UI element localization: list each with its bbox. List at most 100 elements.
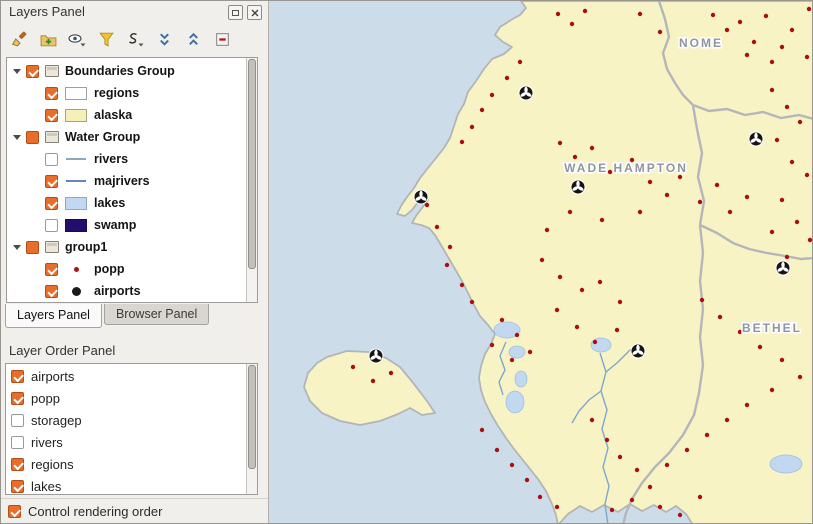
- filter-legend-button[interactable]: [94, 27, 118, 51]
- layer-styling-button[interactable]: [7, 27, 31, 51]
- map-canvas[interactable]: NOMEWADE HAMPTONBETHEL: [269, 1, 813, 524]
- layer-styling-icon: [11, 31, 28, 48]
- popp-point: [590, 146, 594, 150]
- popp-point: [510, 463, 514, 467]
- layer-item-rivers[interactable]: rivers: [33, 148, 257, 170]
- group-icon: [45, 241, 59, 253]
- collapse-all-button[interactable]: [181, 27, 205, 51]
- group-item-water-group[interactable]: Water Group: [11, 126, 257, 148]
- popp-point: [515, 333, 519, 337]
- popp-point: [725, 418, 729, 422]
- popp-point: [718, 315, 722, 319]
- close-button[interactable]: [247, 5, 262, 20]
- group-item-boundaries-group[interactable]: Boundaries Group: [11, 60, 257, 82]
- layer-order-scrollbar[interactable]: [246, 364, 257, 494]
- order-item-lakes[interactable]: lakes: [6, 475, 257, 495]
- popp-point: [635, 468, 639, 472]
- layer-checkbox[interactable]: [11, 436, 24, 449]
- popp-point: [558, 141, 562, 145]
- popp-point: [470, 300, 474, 304]
- layer-item-airports[interactable]: airports: [33, 280, 257, 302]
- filter-expression-button[interactable]: [123, 27, 147, 51]
- group-item-group1[interactable]: group1: [11, 236, 257, 258]
- popp-point: [780, 45, 784, 49]
- order-item-regions[interactable]: regions: [6, 453, 257, 475]
- layer-item-popp[interactable]: popp: [33, 258, 257, 280]
- layer-label: swamp: [94, 218, 136, 232]
- layer-label: Boundaries Group: [65, 64, 175, 78]
- popp-point: [785, 255, 789, 259]
- remove-layer-button[interactable]: [210, 27, 234, 51]
- undock-button[interactable]: [228, 5, 243, 20]
- popp-point: [775, 138, 779, 142]
- popp-point: [460, 140, 464, 144]
- lake: [515, 371, 527, 387]
- popp-point: [610, 508, 614, 512]
- layer-swatch-lakes: [65, 197, 87, 210]
- order-item-airports[interactable]: airports: [6, 365, 257, 387]
- tab-browser-panel[interactable]: Browser Panel: [104, 304, 209, 325]
- tab-layers-panel[interactable]: Layers Panel: [5, 304, 102, 328]
- popp-point: [798, 120, 802, 124]
- control-rendering-order-checkbox[interactable]: [8, 505, 21, 518]
- popp-point: [435, 225, 439, 229]
- layer-label: regions: [31, 457, 74, 472]
- layer-checkbox[interactable]: [45, 219, 58, 232]
- popp-point: [556, 12, 560, 16]
- layer-item-lakes[interactable]: lakes: [33, 192, 257, 214]
- scrollbar-thumb[interactable]: [248, 365, 256, 469]
- order-item-rivers[interactable]: rivers: [6, 431, 257, 453]
- layer-checkbox[interactable]: [11, 370, 24, 383]
- popp-point: [770, 60, 774, 64]
- lake: [506, 391, 524, 413]
- map-svg: NOMEWADE HAMPTONBETHEL: [269, 1, 813, 524]
- order-item-storagep[interactable]: storagep: [6, 409, 257, 431]
- layer-checkbox[interactable]: [11, 392, 24, 405]
- expander-icon[interactable]: [13, 245, 21, 250]
- layers-tree-scrollbar[interactable]: [246, 58, 257, 302]
- layer-item-regions[interactable]: regions: [33, 82, 257, 104]
- layer-checkbox[interactable]: [11, 458, 24, 471]
- popp-point: [678, 513, 682, 517]
- add-group-button[interactable]: [36, 27, 60, 51]
- popp-point: [545, 228, 549, 232]
- expander-icon[interactable]: [13, 69, 21, 74]
- popp-point: [528, 350, 532, 354]
- layer-label: group1: [65, 240, 107, 254]
- airport-symbol: [369, 349, 383, 363]
- layer-checkbox[interactable]: [45, 175, 58, 188]
- popp-point: [605, 438, 609, 442]
- layer-checkbox[interactable]: [45, 197, 58, 210]
- popp-point: [538, 495, 542, 499]
- popp-point: [598, 280, 602, 284]
- airport-symbol: [749, 132, 763, 146]
- airport-symbol: [414, 190, 428, 204]
- add-group-icon: [40, 31, 57, 48]
- manage-themes-button[interactable]: [65, 27, 89, 51]
- dock-area: Layers Panel Boundaries Groupregionsalas…: [1, 1, 269, 524]
- popp-point: [807, 7, 811, 11]
- layer-checkbox[interactable]: [45, 87, 58, 100]
- layer-checkbox[interactable]: [45, 109, 58, 122]
- layer-checkbox[interactable]: [26, 65, 39, 78]
- map-label: BETHEL: [742, 321, 802, 335]
- expand-all-button[interactable]: [152, 27, 176, 51]
- layer-checkbox[interactable]: [26, 131, 39, 144]
- remove-layer-icon: [214, 31, 231, 48]
- layer-checkbox[interactable]: [11, 480, 24, 493]
- layer-checkbox[interactable]: [11, 414, 24, 427]
- layer-checkbox[interactable]: [26, 241, 39, 254]
- layer-item-alaska[interactable]: alaska: [33, 104, 257, 126]
- popp-point: [580, 288, 584, 292]
- layer-item-majrivers[interactable]: majrivers: [33, 170, 257, 192]
- expander-icon[interactable]: [13, 135, 21, 140]
- popp-point: [505, 76, 509, 80]
- order-item-popp[interactable]: popp: [6, 387, 257, 409]
- popp-point: [460, 283, 464, 287]
- layers-panel-title: Layers Panel: [9, 4, 85, 19]
- layer-checkbox[interactable]: [45, 263, 58, 276]
- scrollbar-thumb[interactable]: [248, 59, 256, 269]
- layer-checkbox[interactable]: [45, 285, 58, 298]
- layer-checkbox[interactable]: [45, 153, 58, 166]
- layer-item-swamp[interactable]: swamp: [33, 214, 257, 236]
